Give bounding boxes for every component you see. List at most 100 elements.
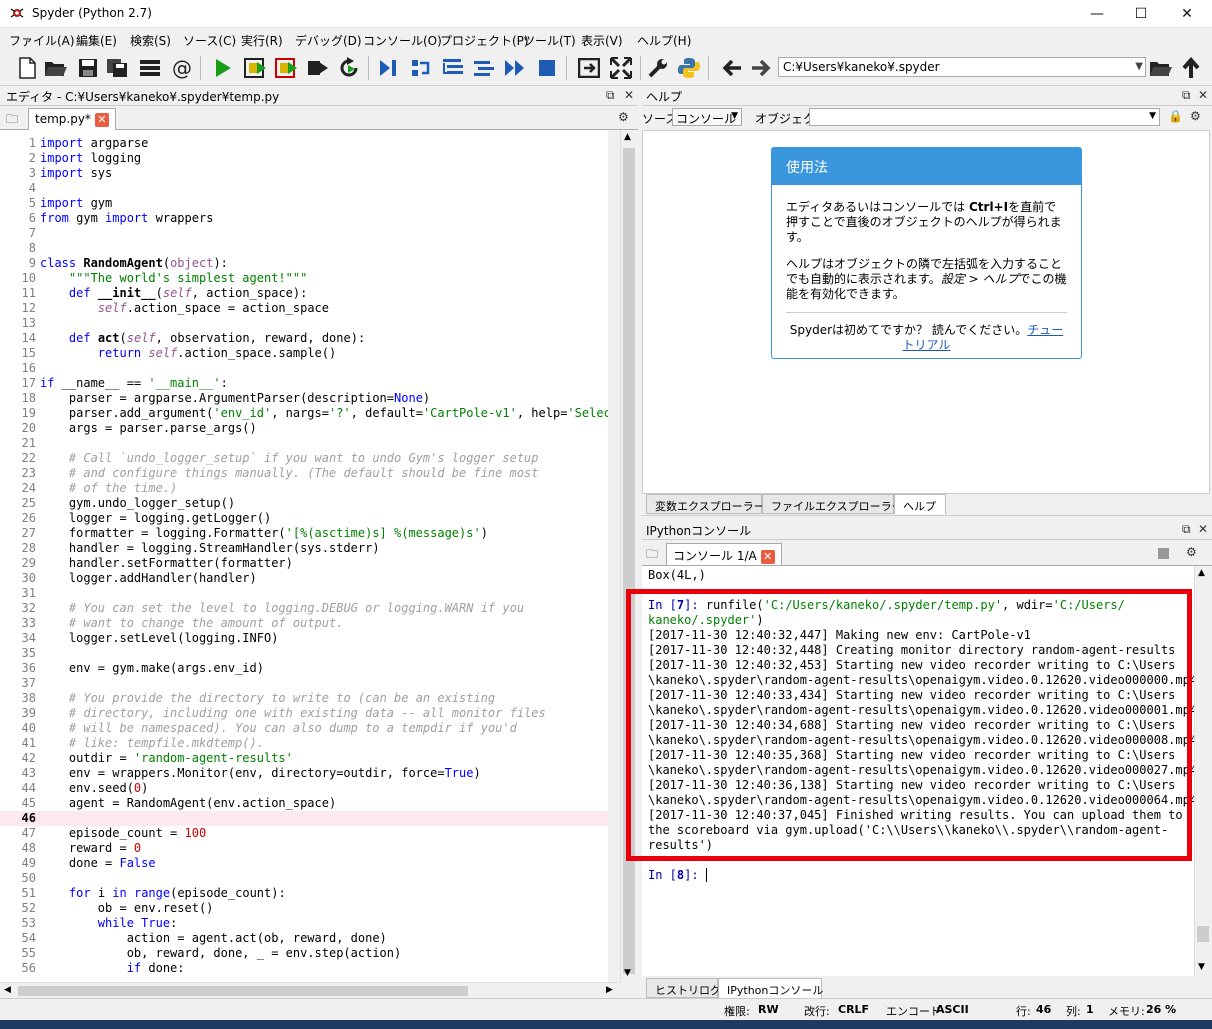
code-line[interactable]: 30 logger.addHandler(handler): [0, 571, 608, 586]
close-window-button[interactable]: ✕: [1164, 0, 1210, 28]
code-line[interactable]: 24 # of the time.): [0, 481, 608, 496]
close-pane-icon[interactable]: ✕: [624, 88, 634, 102]
code-line[interactable]: 18 parser = argparse.ArgumentParser(desc…: [0, 391, 608, 406]
undock-icon[interactable]: ⧉: [1182, 88, 1191, 103]
continue-icon[interactable]: [502, 55, 528, 81]
code-line[interactable]: 55 ob, reward, done, _ = env.step(action…: [0, 946, 608, 961]
menu-run[interactable]: 実行(R): [241, 32, 283, 49]
code-line[interactable]: 31: [0, 586, 608, 601]
browse-tabs-icon[interactable]: [137, 55, 163, 81]
tab-console-1a[interactable]: コンソール 1/A ✕: [666, 543, 782, 565]
code-editor[interactable]: 1 import argparse 2 import logging 3 import s…: [0, 130, 608, 982]
maximize-pane-icon[interactable]: [576, 55, 602, 81]
menu-help[interactable]: ヘルプ(H): [637, 32, 691, 49]
code-line[interactable]: 4: [0, 181, 608, 196]
tab-temp-py[interactable]: temp.py* ✕: [28, 108, 116, 130]
code-line[interactable]: 51 for i in range(episode_count):: [0, 886, 608, 901]
undock-icon[interactable]: ⧉: [606, 88, 615, 103]
menu-console[interactable]: コンソール(O): [363, 32, 442, 49]
menu-search[interactable]: 検索(S): [130, 32, 171, 49]
chevron-down-icon[interactable]: ▼: [1135, 58, 1143, 76]
code-line[interactable]: 6 from gym import wrappers: [0, 211, 608, 226]
new-file-icon[interactable]: [14, 55, 40, 81]
menu-source[interactable]: ソース(C): [183, 32, 236, 49]
code-line[interactable]: 7: [0, 226, 608, 241]
lock-icon[interactable]: 🔒: [1168, 109, 1183, 123]
stop-icon[interactable]: [534, 55, 560, 81]
step-return-icon[interactable]: [471, 55, 497, 81]
folder-icon[interactable]: [1148, 55, 1174, 81]
code-line[interactable]: 21: [0, 436, 608, 451]
code-line[interactable]: 14 def act(self, observation, reward, do…: [0, 331, 608, 346]
scroll-thumb[interactable]: [18, 986, 468, 996]
code-line[interactable]: 19 parser.add_argument('env_id', nargs='…: [0, 406, 608, 421]
menu-tools[interactable]: ツール(T): [523, 32, 576, 49]
forward-arrow-icon[interactable]: [748, 55, 774, 81]
at-icon[interactable]: @: [169, 55, 195, 81]
code-line[interactable]: 45 agent = RandomAgent(env.action_space): [0, 796, 608, 811]
chevron-down-icon[interactable]: ▼: [1149, 111, 1156, 121]
code-line[interactable]: 1 import argparse: [0, 136, 608, 151]
code-line[interactable]: 22 # Call `undo_logger_setup` if you wan…: [0, 451, 608, 466]
step-into-icon[interactable]: [440, 55, 466, 81]
code-line[interactable]: 56 if done:: [0, 961, 608, 976]
menu-file[interactable]: ファイル(A): [9, 32, 75, 49]
fullscreen-icon[interactable]: [608, 55, 634, 81]
scroll-down-icon[interactable]: ▼: [1198, 962, 1205, 972]
undock-icon[interactable]: ⧉: [1182, 522, 1191, 537]
code-line[interactable]: 15 return self.action_space.sample(): [0, 346, 608, 361]
code-line[interactable]: 40 # will be namespaced). You can also d…: [0, 721, 608, 736]
code-line[interactable]: 3 import sys: [0, 166, 608, 181]
scroll-thumb[interactable]: [1197, 926, 1209, 942]
code-line[interactable]: 26 logger = logging.getLogger(): [0, 511, 608, 526]
code-line[interactable]: 39 # directory, including one with exist…: [0, 706, 608, 721]
run-cell-advance-icon[interactable]: [273, 55, 299, 81]
run-cell-icon[interactable]: [242, 55, 268, 81]
chevron-down-icon[interactable]: ▼: [731, 111, 738, 121]
code-line[interactable]: 32 # You can set the level to logging.DE…: [0, 601, 608, 616]
tab-ipython-console[interactable]: IPythonコンソール: [718, 978, 823, 998]
save-all-icon[interactable]: [104, 55, 130, 81]
tab-help[interactable]: ヘルプ: [894, 494, 946, 514]
code-line[interactable]: 11 def __init__(self, action_space):: [0, 286, 608, 301]
code-line[interactable]: 10 """The world's simplest agent!""": [0, 271, 608, 286]
code-line[interactable]: 37: [0, 676, 608, 691]
code-line[interactable]: 34 logger.setLevel(logging.INFO): [0, 631, 608, 646]
code-line[interactable]: 12 self.action_space = action_space: [0, 301, 608, 316]
run-icon[interactable]: [210, 55, 236, 81]
code-line[interactable]: 8: [0, 241, 608, 256]
back-arrow-icon[interactable]: [719, 55, 745, 81]
minimize-button[interactable]: —: [1074, 0, 1120, 28]
scroll-up-icon[interactable]: ▲: [1198, 568, 1205, 578]
code-line[interactable]: 52 ob = env.reset(): [0, 901, 608, 916]
code-line[interactable]: 42 outdir = 'random-agent-results': [0, 751, 608, 766]
code-line[interactable]: 46: [0, 811, 608, 826]
stop-kernel-icon[interactable]: [1158, 548, 1169, 559]
menu-view[interactable]: 表示(V): [581, 32, 623, 49]
scroll-left-icon[interactable]: ◀: [4, 985, 11, 995]
gear-icon[interactable]: ⚙: [1190, 109, 1201, 123]
code-line[interactable]: 35: [0, 646, 608, 661]
menu-debug[interactable]: デバッグ(D): [295, 32, 362, 49]
object-input[interactable]: ▼: [809, 108, 1160, 126]
code-line[interactable]: 50: [0, 871, 608, 886]
editor-horizontal-scrollbar[interactable]: ◀ ▶: [0, 982, 620, 998]
code-line[interactable]: 48 reward = 0: [0, 841, 608, 856]
browse-files-icon[interactable]: 🗀: [6, 110, 18, 131]
code-line[interactable]: 49 done = False: [0, 856, 608, 871]
close-pane-icon[interactable]: ✕: [1198, 88, 1208, 102]
python-icon[interactable]: [676, 55, 702, 81]
code-line[interactable]: 36 env = gym.make(args.env_id): [0, 661, 608, 676]
code-line[interactable]: 9 class RandomAgent(object):: [0, 256, 608, 271]
code-line[interactable]: 54 action = agent.act(ob, reward, done): [0, 931, 608, 946]
code-line[interactable]: 29 handler.setFormatter(formatter): [0, 556, 608, 571]
menu-edit[interactable]: 編集(E): [76, 32, 117, 49]
close-tab-icon[interactable]: ✕: [760, 549, 775, 564]
console-vertical-scrollbar[interactable]: ▲ ▼: [1194, 566, 1210, 976]
step-icon[interactable]: [408, 55, 434, 81]
rerun-icon[interactable]: [336, 55, 362, 81]
close-pane-icon[interactable]: ✕: [1198, 522, 1208, 536]
code-line[interactable]: 44 env.seed(0): [0, 781, 608, 796]
code-line[interactable]: 27 formatter = logging.Formatter('[%(asc…: [0, 526, 608, 541]
code-line[interactable]: 16: [0, 361, 608, 376]
